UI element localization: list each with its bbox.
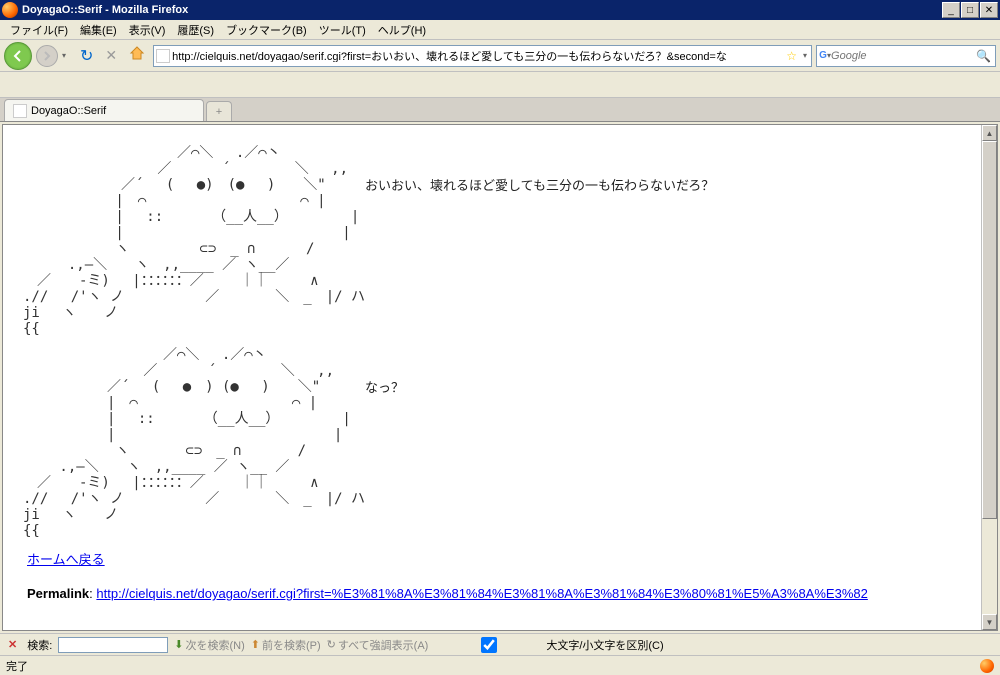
find-prev-button: ⬆前を検索(P)	[251, 637, 321, 653]
highlight-icon: ↻	[327, 638, 336, 651]
tab-active[interactable]: DoyagaO::Serif	[4, 99, 204, 121]
address-bar[interactable]: ☆ ▾	[153, 45, 812, 67]
minimize-button[interactable]: _	[942, 2, 960, 18]
search-icon[interactable]: 🔍	[974, 49, 993, 63]
window-titlebar: DoyagaO::Serif - Mozilla Firefox _ □ ✕	[0, 0, 1000, 20]
page-icon	[156, 49, 170, 63]
case-label: 大文字/小文字を区別(C)	[546, 637, 663, 653]
new-tab-button[interactable]: +	[206, 101, 232, 121]
maximize-button[interactable]: □	[961, 2, 979, 18]
home-link-row: ホームへ戻る	[27, 549, 997, 568]
toolbar-spacer	[0, 72, 1000, 98]
menu-view[interactable]: 表示(V)	[123, 20, 172, 40]
url-dropdown-icon[interactable]: ▾	[801, 51, 809, 60]
find-next-button: ⬇次を検索(N)	[174, 637, 245, 653]
bookmark-star-icon[interactable]: ☆	[782, 49, 801, 63]
highlight-all-button: ↻ すべて強調表示(A)	[327, 637, 429, 653]
case-checkbox-input[interactable]	[434, 637, 544, 653]
search-input[interactable]	[831, 50, 974, 62]
firefox-icon	[2, 2, 18, 18]
findbar-input[interactable]	[58, 637, 168, 653]
ascii-art-2: ／⌒＼ .／⌒丶 ／ ´ ＼ ,, ／´ ( ● ) (● ) ＼" | ⌒ ⌒…	[23, 347, 365, 539]
scroll-up-button[interactable]: ▲	[982, 125, 997, 141]
firefox-status-icon	[980, 659, 994, 673]
window-title: DoyagaO::Serif - Mozilla Firefox	[22, 4, 942, 16]
plus-icon: +	[216, 106, 222, 118]
status-text: 完了	[6, 658, 28, 674]
status-bar: 完了	[0, 655, 1000, 675]
tab-bar: DoyagaO::Serif +	[0, 98, 1000, 122]
aa-block-2: ／⌒＼ .／⌒丶 ／ ´ ＼ ,, ／´ ( ● ) (● ) ＼" | ⌒ ⌒…	[23, 347, 997, 539]
findbar-close-button[interactable]: ✕	[4, 638, 21, 651]
speech-text-2: なっ？	[365, 347, 404, 396]
speech-text-1: おいおい、壊れるほど愛しても三分の一も伝わらないだろ？	[365, 145, 714, 194]
scroll-down-button[interactable]: ▼	[982, 614, 997, 630]
history-dropdown-icon[interactable]: ▾	[62, 51, 72, 60]
find-bar: ✕ 検索: ⬇次を検索(N) ⬆前を検索(P) ↻ すべて強調表示(A) 大文字…	[0, 633, 1000, 655]
page-content: ／⌒＼ .／⌒丶 ／ ´ ＼ ,, ／´ ( ●) (● ) ＼" | ⌒ ⌒ …	[2, 124, 998, 631]
arrow-left-icon	[11, 49, 25, 63]
close-button[interactable]: ✕	[980, 2, 998, 18]
url-input[interactable]	[172, 50, 782, 62]
google-icon: G	[819, 49, 827, 63]
permalink-row: Permalink: http://cielquis.net/doyagao/s…	[27, 586, 997, 601]
menu-edit[interactable]: 編集(E)	[74, 20, 123, 40]
scroll-thumb[interactable]	[982, 141, 997, 519]
home-link[interactable]: ホームへ戻る	[27, 552, 105, 567]
arrow-right-icon	[42, 51, 52, 61]
window-buttons: _ □ ✕	[942, 2, 998, 18]
tab-label: DoyagaO::Serif	[31, 105, 106, 117]
menu-file[interactable]: ファイル(F)	[4, 20, 74, 40]
arrow-up-icon: ⬆	[251, 638, 260, 651]
arrow-down-icon: ⬇	[174, 638, 183, 651]
aa-block-1: ／⌒＼ .／⌒丶 ／ ´ ＼ ,, ／´ ( ●) (● ) ＼" | ⌒ ⌒ …	[23, 145, 997, 337]
home-button[interactable]	[125, 45, 149, 66]
case-sensitive-checkbox[interactable]: 大文字/小文字を区別(C)	[434, 637, 663, 653]
tab-page-icon	[13, 104, 27, 118]
findbar-label: 検索:	[27, 637, 52, 653]
menu-bookmarks[interactable]: ブックマーク(B)	[220, 20, 313, 40]
permalink-label: Permalink	[27, 586, 89, 601]
menu-history[interactable]: 履歴(S)	[171, 20, 220, 40]
menu-tools[interactable]: ツール(T)	[313, 20, 372, 40]
vertical-scrollbar[interactable]: ▲ ▼	[981, 125, 997, 630]
permalink-link[interactable]: http://cielquis.net/doyagao/serif.cgi?fi…	[96, 586, 867, 601]
back-button[interactable]	[4, 42, 32, 70]
stop-button: ✕	[101, 47, 121, 64]
home-icon	[129, 45, 145, 61]
search-box[interactable]: G ▾ 🔍	[816, 45, 996, 67]
forward-button	[36, 45, 58, 67]
reload-button[interactable]: ↻	[76, 46, 97, 66]
ascii-art-1: ／⌒＼ .／⌒丶 ／ ´ ＼ ,, ／´ ( ●) (● ) ＼" | ⌒ ⌒ …	[23, 145, 365, 337]
navigation-toolbar: ▾ ↻ ✕ ☆ ▾ G ▾ 🔍	[0, 40, 1000, 72]
menu-bar: ファイル(F) 編集(E) 表示(V) 履歴(S) ブックマーク(B) ツール(…	[0, 20, 1000, 40]
menu-help[interactable]: ヘルプ(H)	[372, 20, 432, 40]
scroll-track[interactable]	[982, 141, 997, 614]
